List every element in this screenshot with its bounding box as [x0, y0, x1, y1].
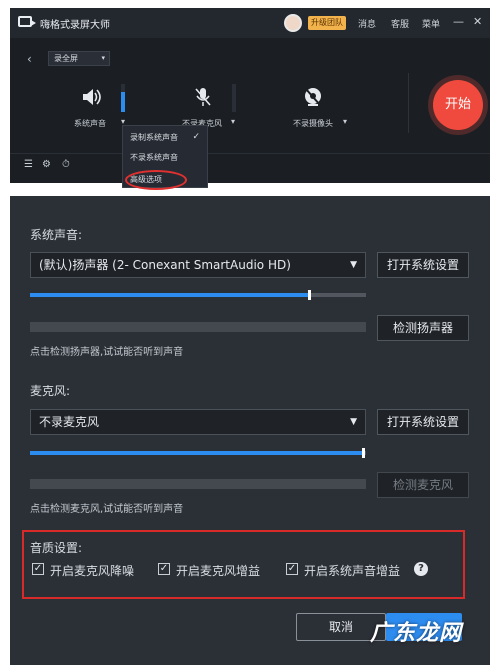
test-speaker-button[interactable]: 检测扬声器	[377, 315, 469, 341]
gear-icon[interactable]: ⚙	[42, 159, 51, 170]
chevron-down-icon[interactable]: ▾	[231, 117, 235, 126]
start-button[interactable]: 开始	[433, 80, 483, 130]
camera-off-icon[interactable]	[302, 86, 324, 108]
speaker-select[interactable]: (默认)扬声器 (2- Conexant SmartAudio HD) ▼	[30, 252, 366, 278]
dropdown-item-record-system-sound[interactable]: 录制系统声音	[130, 132, 178, 143]
timer-icon[interactable]: ⏱	[62, 159, 70, 170]
recorder-main-window: 嗨格式录屏大师 升级团队 消息 客服 菜单 — ✕ ‹ 录全屏 ▾ 系统声音 ▾…	[10, 8, 490, 190]
speaker-select-value: (默认)扬声器 (2- Conexant SmartAudio HD)	[39, 258, 291, 272]
mic-level	[232, 84, 236, 112]
mic-muted-icon[interactable]	[192, 86, 214, 108]
system-sound-label[interactable]: 系统声音	[74, 118, 106, 129]
noise-reduction-label[interactable]: 开启麦克风降噪	[50, 562, 134, 579]
system-sound-level-fill	[121, 92, 125, 112]
speaker-icon[interactable]	[80, 86, 102, 108]
menu-support[interactable]: 客服	[391, 17, 409, 30]
mic-volume-thumb[interactable]	[361, 448, 365, 458]
system-volume-fill	[30, 293, 309, 297]
test-microphone-button[interactable]: 检测麦克风	[377, 472, 469, 498]
speaker-hint: 点击检测扬声器,试试能否听到声音	[30, 347, 184, 358]
mic-volume-slider[interactable]	[30, 448, 366, 458]
microphone-hint: 点击检测麦克风,试试能否听到声音	[30, 504, 184, 515]
microphone-select-value: 不录麦克风	[39, 415, 100, 429]
menu-messages[interactable]: 消息	[358, 17, 376, 30]
system-sound-heading: 系统声音:	[30, 228, 83, 242]
upgrade-badge[interactable]: 升级团队	[308, 16, 346, 30]
record-mode-value: 录全屏	[54, 54, 78, 63]
system-gain-label[interactable]: 开启系统声音增益	[304, 562, 400, 579]
open-system-settings-button[interactable]: 打开系统设置	[377, 409, 469, 435]
quality-heading: 音质设置:	[30, 541, 83, 555]
back-icon[interactable]: ‹	[27, 52, 32, 66]
divider	[10, 153, 490, 154]
list-icon[interactable]: ☰	[24, 159, 33, 170]
chevron-down-icon: ▼	[350, 260, 357, 270]
watermark-text: 广东龙网	[370, 621, 463, 646]
minimize-icon[interactable]: —	[453, 15, 464, 28]
speaker-level-meter	[30, 322, 366, 332]
system-gain-checkbox[interactable]: ✓	[286, 563, 298, 575]
chevron-down-icon: ▾	[101, 54, 105, 62]
noise-reduction-checkbox[interactable]: ✓	[32, 563, 44, 575]
system-volume-thumb[interactable]	[307, 290, 311, 300]
help-icon[interactable]: ?	[414, 562, 428, 576]
dropdown-item-no-system-sound[interactable]: 不录系统声音	[130, 152, 178, 163]
system-sound-dropdown: 录制系统声音 ✓ 不录系统声音 高级选项	[122, 125, 208, 190]
avatar[interactable]	[284, 14, 302, 32]
app-title: 嗨格式录屏大师	[40, 20, 110, 31]
divider	[408, 73, 409, 133]
mic-gain-label[interactable]: 开启麦克风增益	[176, 562, 260, 579]
open-system-settings-button[interactable]: 打开系统设置	[377, 252, 469, 278]
microphone-heading: 麦克风:	[30, 384, 71, 398]
system-volume-slider[interactable]	[30, 290, 366, 300]
mic-gain-checkbox[interactable]: ✓	[158, 563, 170, 575]
mic-volume-fill	[30, 451, 363, 455]
menu-main[interactable]: 菜单	[422, 17, 440, 30]
microphone-select[interactable]: 不录麦克风 ▼	[30, 409, 366, 435]
highlight-circle	[125, 170, 187, 190]
mic-level-meter	[30, 479, 366, 489]
check-icon: ✓	[192, 132, 200, 142]
system-sound-level	[121, 84, 125, 112]
app-logo-icon	[18, 16, 36, 27]
record-mode-select[interactable]: 录全屏 ▾	[48, 51, 110, 66]
title-bar: 嗨格式录屏大师 升级团队 消息 客服 菜单 — ✕	[10, 8, 490, 38]
camera-label[interactable]: 不录摄像头	[293, 118, 333, 129]
chevron-down-icon[interactable]: ▾	[343, 117, 347, 126]
close-icon[interactable]: ✕	[473, 15, 482, 28]
chevron-down-icon: ▼	[350, 417, 357, 427]
audio-settings-panel: 系统声音: (默认)扬声器 (2- Conexant SmartAudio HD…	[10, 196, 490, 665]
